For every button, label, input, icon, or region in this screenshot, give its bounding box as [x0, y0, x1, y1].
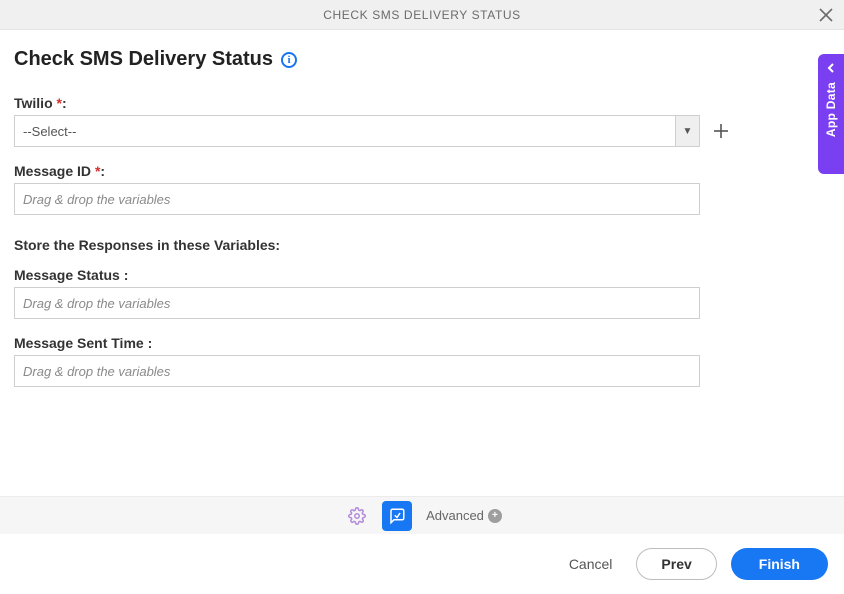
twilio-label: Twilio *:: [14, 95, 830, 111]
side-tab-label: App Data: [824, 82, 838, 137]
message-status-input[interactable]: [14, 287, 700, 319]
field-twilio: Twilio *: --Select-- ▼: [14, 95, 830, 147]
gear-icon[interactable]: [342, 501, 372, 531]
prev-button[interactable]: Prev: [636, 548, 716, 580]
advanced-add-icon[interactable]: +: [488, 509, 502, 523]
label-colon: :: [62, 95, 67, 111]
message-status-label: Message Status :: [14, 267, 830, 283]
chevron-down-icon[interactable]: ▼: [675, 116, 699, 146]
field-message-id: Message ID *:: [14, 163, 830, 215]
message-id-label: Message ID *:: [14, 163, 830, 179]
responses-heading: Store the Responses in these Variables:: [14, 237, 830, 253]
twilio-select-row: --Select-- ▼: [14, 115, 830, 147]
cancel-button[interactable]: Cancel: [559, 550, 623, 578]
page-title: Check SMS Delivery Status i: [14, 48, 830, 71]
finish-button[interactable]: Finish: [731, 548, 828, 580]
message-id-input[interactable]: [14, 183, 700, 215]
advanced-label-group: Advanced +: [426, 508, 502, 523]
field-message-status: Message Status :: [14, 267, 830, 319]
label-colon: :: [100, 163, 105, 179]
validate-icon[interactable]: [382, 501, 412, 531]
modal-header: CHECK SMS DELIVERY STATUS: [0, 0, 844, 30]
advanced-text: Advanced: [426, 508, 484, 523]
app-data-side-tab[interactable]: App Data: [818, 54, 844, 174]
twilio-select-value: --Select--: [15, 116, 675, 146]
field-message-sent-time: Message Sent Time :: [14, 335, 830, 387]
twilio-select[interactable]: --Select-- ▼: [14, 115, 700, 147]
close-icon[interactable]: [816, 5, 836, 25]
modal-title: CHECK SMS DELIVERY STATUS: [323, 8, 521, 22]
message-sent-time-input[interactable]: [14, 355, 700, 387]
modal-root: CHECK SMS DELIVERY STATUS Check SMS Deli…: [0, 0, 844, 594]
message-id-label-text: Message ID: [14, 163, 91, 179]
chevron-left-icon: [826, 60, 836, 76]
info-icon[interactable]: i: [281, 52, 297, 68]
message-sent-time-label: Message Sent Time :: [14, 335, 830, 351]
add-twilio-button[interactable]: [710, 120, 732, 142]
footer-bar: Cancel Prev Finish: [0, 534, 844, 594]
bottom-toolbar: Advanced +: [0, 496, 844, 534]
page-title-text: Check SMS Delivery Status: [14, 48, 273, 71]
twilio-label-text: Twilio: [14, 95, 53, 111]
content-area: Check SMS Delivery Status i Twilio *: --…: [0, 30, 844, 496]
